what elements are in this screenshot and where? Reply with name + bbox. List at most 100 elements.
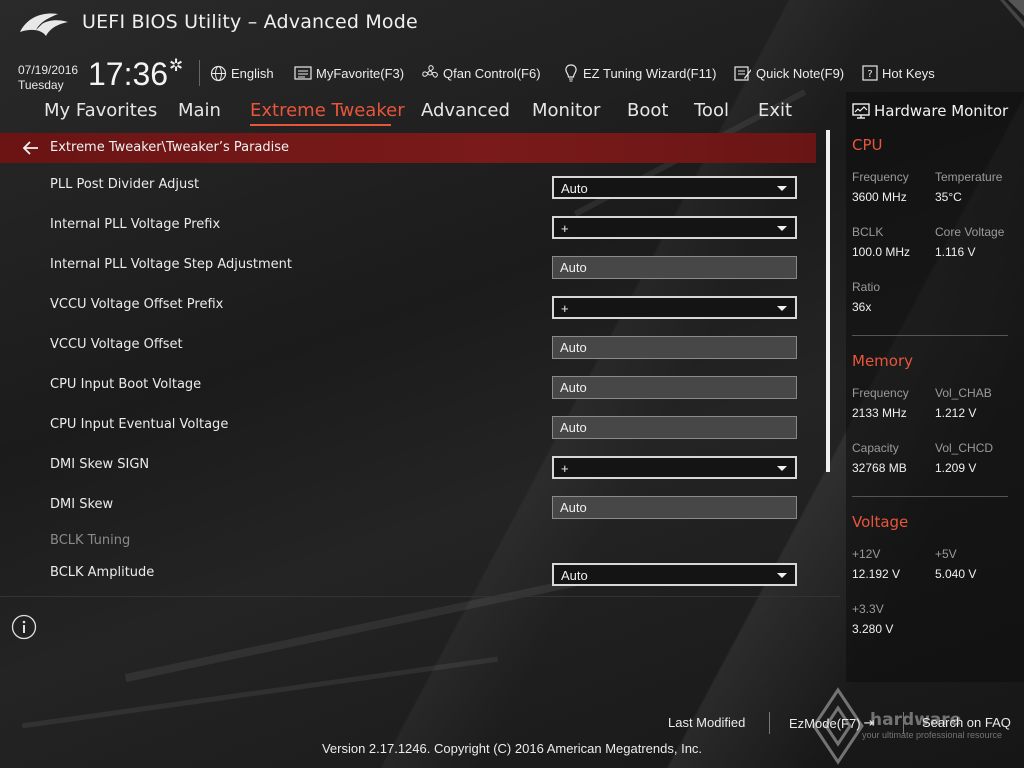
setting-label: DMI Skew SIGN — [50, 457, 150, 472]
dropdown-arrow-icon — [777, 466, 787, 471]
hw-monitor-header: Hardware Monitor — [852, 100, 1008, 122]
setting-label: BCLK Amplitude — [50, 565, 155, 580]
scrollbar[interactable] — [826, 130, 830, 472]
myfavorite-button[interactable]: MyFavorite(F3) — [294, 62, 404, 84]
footer-bar: Last Modified EzMode(F7) ⇥ Search on FAQ — [0, 710, 1024, 736]
setting-row: Internal PLL Voltage Prefix + — [0, 205, 816, 245]
hw-label: Vol_CHAB — [935, 386, 992, 400]
hw-label: Ratio — [852, 280, 881, 294]
hot-keys-label: Hot Keys — [882, 65, 935, 81]
setting-row: VCCU Voltage Offset Prefix + — [0, 285, 816, 325]
globe-icon — [210, 65, 227, 81]
hw-label: Capacity — [852, 441, 899, 455]
back-arrow-icon[interactable] — [22, 140, 40, 156]
setting-dropdown[interactable]: + — [552, 216, 797, 239]
setting-row: Internal PLL Voltage Step Adjustment Aut… — [0, 245, 816, 285]
setting-value: + — [561, 221, 569, 236]
setting-dropdown[interactable]: Auto — [552, 563, 797, 586]
ezmode-button[interactable]: EzMode(F7) ⇥ — [789, 715, 874, 731]
footer-separator — [769, 712, 770, 734]
setting-textbox[interactable]: Auto — [552, 496, 797, 519]
hw-label: Core Voltage — [935, 225, 1005, 239]
hw-label: Temperature — [935, 170, 1003, 184]
tab-main[interactable]: Main — [178, 100, 221, 121]
section-header-row: BCLK Tuning — [0, 523, 816, 551]
setting-label: CPU Input Boot Voltage — [50, 377, 202, 392]
setting-dropdown[interactable]: Auto — [552, 176, 797, 199]
quick-note-button[interactable]: Quick Note(F9) — [734, 62, 844, 84]
tab-my-favorites[interactable]: My Favorites — [44, 100, 157, 121]
rog-logo-icon — [20, 13, 68, 36]
setting-textbox[interactable]: Auto — [552, 416, 797, 439]
setting-value: + — [561, 461, 569, 476]
hw-section-voltage: Voltage — [852, 513, 909, 531]
svg-text:?: ? — [867, 69, 872, 80]
setting-label: VCCU Voltage Offset — [50, 337, 183, 352]
setting-textbox[interactable]: Auto — [552, 256, 797, 279]
qfan-control-button[interactable]: Qfan Control(F6) — [421, 62, 541, 84]
setting-row: PLL Post Divider Adjust Auto — [0, 165, 816, 205]
setting-label: CPU Input Eventual Voltage — [50, 417, 229, 432]
language-button[interactable]: English — [210, 62, 274, 84]
ezmode-label: EzMode(F7) — [789, 715, 861, 731]
gear-icon[interactable]: ✲ — [169, 56, 183, 76]
setting-value: Auto — [560, 260, 587, 275]
hot-keys-button[interactable]: ? Hot Keys — [862, 62, 935, 84]
tab-exit[interactable]: Exit — [758, 100, 792, 121]
title-bar: UEFI BIOS Utility – Advanced Mode — [0, 0, 1024, 50]
tab-boot[interactable]: Boot — [627, 100, 668, 121]
ez-tuning-label: EZ Tuning Wizard(F11) — [583, 65, 717, 81]
dropdown-arrow-icon — [777, 306, 787, 311]
setting-textbox[interactable]: Auto — [552, 336, 797, 359]
setting-textbox[interactable]: Auto — [552, 376, 797, 399]
setting-value: Auto — [560, 340, 587, 355]
breadcrumb-path: Extreme Tweaker\Tweaker’s Paradise — [50, 140, 290, 155]
setting-value: Auto — [561, 568, 588, 583]
setting-row: CPU Input Eventual Voltage Auto — [0, 405, 816, 445]
hw-section-memory: Memory — [852, 352, 914, 370]
main-nav: My Favorites Main Extreme Tweaker Advanc… — [0, 96, 840, 128]
section-header-label: BCLK Tuning — [50, 533, 131, 548]
hardware-monitor-panel: Hardware Monitor CPU Frequency 3600 MHz … — [846, 92, 1024, 682]
lightbulb-icon — [565, 64, 577, 82]
last-modified-button[interactable]: Last Modified — [668, 715, 745, 730]
tab-advanced[interactable]: Advanced — [421, 100, 510, 121]
setting-value: + — [561, 301, 569, 316]
tab-extreme-tweaker[interactable]: Extreme Tweaker — [250, 100, 405, 121]
hw-label: +12V — [852, 547, 881, 561]
hw-value: 35°C — [935, 190, 962, 204]
app-title: UEFI BIOS Utility – Advanced Mode — [82, 11, 418, 33]
question-icon: ? — [862, 65, 878, 81]
setting-dropdown[interactable]: + — [552, 456, 797, 479]
hw-divider — [852, 335, 1008, 336]
qfan-label: Qfan Control(F6) — [443, 65, 541, 81]
setting-dropdown[interactable]: + — [552, 296, 797, 319]
info-icon[interactable] — [11, 614, 37, 640]
setting-row: BCLK Amplitude Auto — [0, 552, 816, 592]
setting-row: DMI Skew Auto — [0, 485, 816, 525]
hw-value: 1.212 V — [935, 406, 977, 420]
setting-label: Internal PLL Voltage Step Adjustment — [50, 257, 292, 272]
monitor-icon — [852, 103, 870, 119]
hw-value: 1.209 V — [935, 461, 977, 475]
search-faq-button[interactable]: Search on FAQ — [922, 715, 1011, 730]
hw-label: Vol_CHCD — [935, 441, 994, 455]
hw-label: Frequency — [852, 386, 909, 400]
setting-row: VCCU Voltage Offset Auto — [0, 325, 816, 365]
setting-value: Auto — [561, 181, 588, 196]
corner-stripe — [1000, 0, 1024, 28]
tab-monitor[interactable]: Monitor — [532, 100, 600, 121]
hw-value: 2133 MHz — [852, 406, 907, 420]
quick-note-label: Quick Note(F9) — [756, 65, 845, 81]
setting-row: DMI Skew SIGN + — [0, 445, 816, 485]
hw-value: 32768 MB — [852, 461, 907, 475]
setting-label: DMI Skew — [50, 497, 114, 512]
setting-label: Internal PLL Voltage Prefix — [50, 217, 221, 232]
date-text: 07/19/2016 — [18, 63, 79, 77]
tab-tool[interactable]: Tool — [694, 100, 729, 121]
favorite-list-icon — [294, 66, 312, 80]
hw-value: 5.040 V — [935, 567, 977, 581]
setting-row: CPU Input Boot Voltage Auto — [0, 365, 816, 405]
ez-tuning-wizard-button[interactable]: EZ Tuning Wizard(F11) — [563, 62, 716, 84]
info-bar: 07/19/2016 Tuesday 17:36 ✲ English MyFav… — [0, 54, 1024, 94]
